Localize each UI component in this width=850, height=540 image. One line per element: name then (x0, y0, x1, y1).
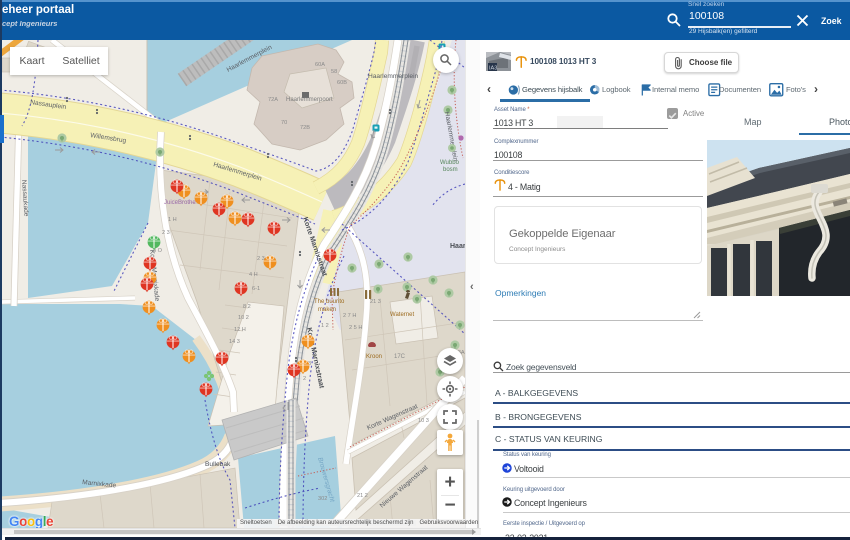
svg-text:6-1: 6-1 (252, 286, 260, 292)
svg-text:maken: maken (318, 307, 336, 313)
svg-text:Bullebak: Bullebak (205, 461, 231, 468)
svg-text:21 3: 21 3 (370, 299, 381, 305)
svg-text:JuiceBrothe: JuiceBrothe (164, 200, 196, 206)
svg-text:12 H: 12 H (234, 327, 246, 333)
svg-text:70: 70 (281, 120, 287, 126)
svg-text:Haarlemmerpoort: Haarlemmerpoort (286, 97, 333, 103)
svg-text:2: 2 (303, 376, 306, 382)
svg-text:10 2: 10 2 (238, 315, 249, 321)
svg-text:Waternet: Waternet (390, 312, 414, 318)
svg-text:8 2: 8 2 (243, 304, 251, 310)
svg-text:The buurito: The buurito (314, 299, 345, 305)
svg-text:Kroon: Kroon (366, 354, 382, 360)
svg-text:IA3: IA3 (489, 66, 497, 72)
svg-text:1 H: 1 H (168, 217, 177, 223)
svg-text:Wubbo: Wubbo (440, 160, 460, 166)
svg-text:1 2: 1 2 (321, 323, 329, 329)
svg-text:bosm: bosm (443, 167, 458, 173)
svg-text:58: 58 (331, 69, 337, 75)
svg-text:Haar: Haar (450, 243, 465, 250)
svg-text:60A: 60A (315, 62, 325, 68)
svg-text:Haarlemmerplein: Haarlemmerplein (368, 73, 419, 80)
svg-text:2 7 H: 2 7 H (343, 313, 356, 319)
svg-text:4 H: 4 H (249, 272, 258, 278)
svg-text:10 3: 10 3 (418, 418, 429, 424)
svg-text:2 3: 2 3 (257, 256, 265, 262)
svg-text:14 3: 14 3 (229, 339, 240, 345)
svg-text:60B: 60B (337, 80, 347, 86)
svg-text:72B: 72B (300, 125, 310, 131)
svg-text:2 3: 2 3 (162, 230, 170, 236)
svg-text:302: 302 (318, 496, 327, 502)
svg-text:21 2: 21 2 (357, 493, 368, 499)
svg-text:17C: 17C (394, 354, 406, 360)
svg-text:2 5 H: 2 5 H (349, 325, 362, 331)
svg-text:72A: 72A (268, 97, 278, 103)
